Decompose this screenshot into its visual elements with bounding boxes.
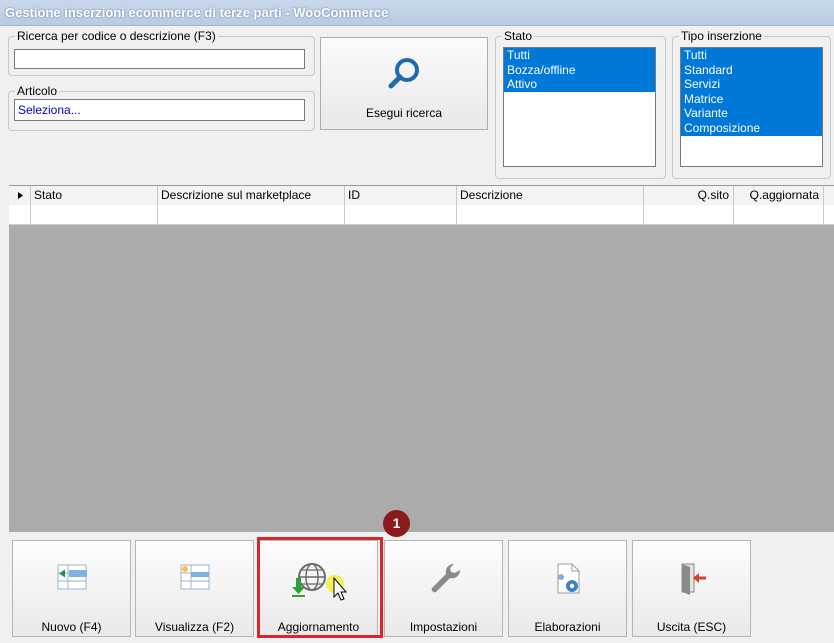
tipo-legend: Tipo inserzione xyxy=(681,29,762,43)
col-header-stato[interactable]: Stato xyxy=(31,186,158,205)
window-title: Gestione inserzioni ecommerce di terze p… xyxy=(5,5,389,20)
nuovo-label: Nuovo (F4) xyxy=(41,620,102,634)
articolo-legend: Articolo xyxy=(17,84,58,98)
table-cell[interactable] xyxy=(457,205,644,224)
stato-listbox[interactable]: Tutti Bozza/offline Attivo xyxy=(503,47,656,167)
stato-item[interactable]: Bozza/offline xyxy=(504,62,655,78)
row-arrow-icon xyxy=(18,192,23,199)
table-cell[interactable] xyxy=(734,205,824,224)
articolo-value: Seleziona... xyxy=(18,103,81,117)
uscita-label: Uscita (ESC) xyxy=(656,620,727,634)
col-header-id[interactable]: ID xyxy=(345,186,457,205)
search-button-label: Esegui ricerca xyxy=(365,106,443,120)
tipo-item[interactable]: Servizi xyxy=(681,77,822,92)
elaborazioni-label: Elaborazioni xyxy=(534,620,601,634)
articolo-field[interactable]: Seleziona... xyxy=(14,99,305,121)
magnifier-icon xyxy=(388,58,419,89)
tipo-item[interactable]: Standard xyxy=(681,62,822,78)
table-cell[interactable] xyxy=(31,205,158,224)
elaborazioni-button[interactable]: Elaborazioni xyxy=(508,540,627,637)
title-bar: Gestione inserzioni ecommerce di terze p… xyxy=(0,0,834,26)
col-header-descrizione-marketplace[interactable]: Descrizione sul marketplace xyxy=(158,186,345,205)
exit-door-icon xyxy=(681,563,706,595)
tipo-listbox[interactable]: Tutti Standard Servizi Matrice Variante … xyxy=(680,47,823,167)
view-table-icon xyxy=(180,564,209,590)
tipo-item[interactable]: Variante xyxy=(681,106,822,121)
col-header-qaggiornata[interactable]: Q.aggiornata xyxy=(734,186,824,205)
uscita-button[interactable]: Uscita (ESC) xyxy=(632,540,751,637)
stato-legend: Stato xyxy=(504,29,533,43)
search-legend: Ricerca per codice o descrizione (F3) xyxy=(17,29,216,43)
wrench-icon xyxy=(431,563,460,593)
visualizza-label: Visualizza (F2) xyxy=(154,620,235,634)
row-indicator-header xyxy=(9,186,31,205)
search-input[interactable] xyxy=(14,49,305,69)
grid-header: Stato Descrizione sul marketplace ID Des… xyxy=(9,186,834,206)
col-header-qsito[interactable]: Q.sito xyxy=(644,186,734,205)
nuovo-button[interactable]: Nuovo (F4) xyxy=(12,540,131,637)
search-button[interactable]: Esegui ricerca xyxy=(320,37,488,130)
tipo-item[interactable]: Tutti xyxy=(681,48,822,63)
impostazioni-button[interactable]: Impostazioni xyxy=(384,540,503,637)
impostazioni-label: Impostazioni xyxy=(409,620,478,634)
row-indicator xyxy=(9,205,31,224)
table-cell[interactable] xyxy=(345,205,457,224)
results-grid[interactable]: Stato Descrizione sul marketplace ID Des… xyxy=(9,185,834,532)
new-row-icon xyxy=(57,564,87,590)
visualizza-button[interactable]: Visualizza (F2) xyxy=(135,540,254,637)
tipo-item[interactable]: Matrice xyxy=(681,91,822,107)
annotation-highlight xyxy=(257,537,383,638)
stato-item[interactable]: Tutti xyxy=(504,48,655,63)
col-header-descrizione[interactable]: Descrizione xyxy=(457,186,644,205)
table-cell[interactable] xyxy=(644,205,734,224)
document-gear-icon xyxy=(557,563,579,594)
step-badge: 1 xyxy=(383,510,410,537)
table-row[interactable] xyxy=(9,205,834,225)
table-cell[interactable] xyxy=(158,205,345,224)
stato-item[interactable]: Attivo xyxy=(504,77,655,92)
tipo-item[interactable]: Composizione xyxy=(681,120,822,136)
